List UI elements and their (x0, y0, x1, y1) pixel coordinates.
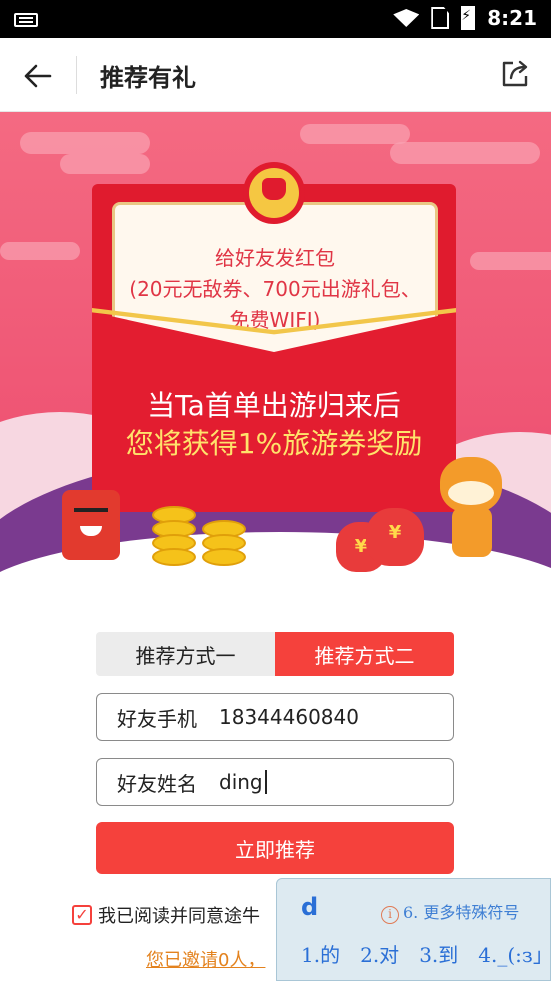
agreement-text: 我已阅读并同意途牛 (98, 906, 260, 927)
cloud-decoration (390, 142, 540, 164)
ime-candidate[interactable]: 2.对 (360, 939, 399, 968)
friend-phone-value: 18344460840 (219, 705, 359, 729)
friend-name-field[interactable]: 好友姓名 ding (96, 758, 454, 806)
tab-method-one[interactable]: 推荐方式一 (96, 632, 275, 676)
tab-method-two[interactable]: 推荐方式二 (275, 632, 454, 676)
promo-banner: 给好友发红包 (20元无敌券、700元出游礼包、 免费WIFI) 当Ta首单出游… (0, 112, 551, 627)
ime-candidates: 1.的 2.对 3.到 4._(:з」 (301, 939, 551, 968)
invited-count-link[interactable]: 您已邀请0人， (146, 946, 276, 972)
angry-envelope-character (62, 490, 120, 560)
info-icon: i (381, 906, 399, 924)
agreement-row: ✓ 我已阅读并同意途牛 (72, 902, 292, 928)
coin-icon (152, 548, 196, 566)
no-sim-icon (431, 7, 450, 29)
cloud-decoration (0, 242, 80, 260)
coin-icon (202, 548, 246, 566)
cloud-decoration (300, 124, 410, 144)
text-caret (264, 770, 267, 794)
ime-candidate[interactable]: 4._(:з」 (478, 939, 551, 968)
bull-logo-icon (262, 178, 286, 200)
header-divider (76, 56, 77, 94)
keyboard-icon (14, 13, 38, 27)
wifi-icon (393, 9, 420, 27)
referral-method-tabs: 推荐方式一 推荐方式二 (96, 632, 454, 676)
agreement-checkbox[interactable]: ✓ (72, 905, 92, 925)
ime-candidate[interactable]: 3.到 (419, 939, 458, 968)
submit-referral-button[interactable]: 立即推荐 (96, 822, 454, 874)
card-line-2: (20元无敌券、700元出游礼包、 (129, 277, 421, 301)
battery-charging-icon (461, 6, 476, 30)
card-line-1: 给好友发红包 (215, 246, 335, 270)
ime-composition: d (301, 893, 319, 921)
ime-candidate-popup: d i 6. 更多特殊符号 1.的 2.对 3.到 4._(:з」 (276, 878, 551, 981)
ime-hint-text: 6. 更多特殊符号 (403, 903, 520, 922)
cloud-decoration (60, 154, 150, 174)
back-arrow-icon[interactable] (20, 58, 56, 94)
share-icon[interactable] (499, 58, 531, 90)
cloud-decoration (470, 252, 551, 270)
page-title: 推荐有礼 (100, 64, 196, 92)
status-bar: 8:21 (0, 0, 551, 38)
friend-name-label: 好友姓名 (117, 771, 197, 796)
headline-2: 您将获得1%旅游券奖励 (125, 427, 423, 460)
friend-phone-label: 好友手机 (117, 706, 197, 731)
ime-hint[interactable]: i 6. 更多特殊符号 (381, 899, 519, 924)
app-header: 推荐有礼 (0, 38, 551, 112)
money-bag-icon: ¥ (366, 508, 424, 566)
cloud-decoration (20, 132, 150, 154)
clock: 8:21 (487, 6, 537, 30)
ime-candidate[interactable]: 1.的 (301, 939, 340, 968)
friend-name-value: ding (219, 770, 263, 794)
friend-phone-field[interactable]: 好友手机 18344460840 (96, 693, 454, 741)
headline-1: 当Ta首单出游归来后 (147, 389, 401, 422)
bull-mascot (440, 457, 502, 513)
bull-mascot-body (452, 507, 492, 557)
